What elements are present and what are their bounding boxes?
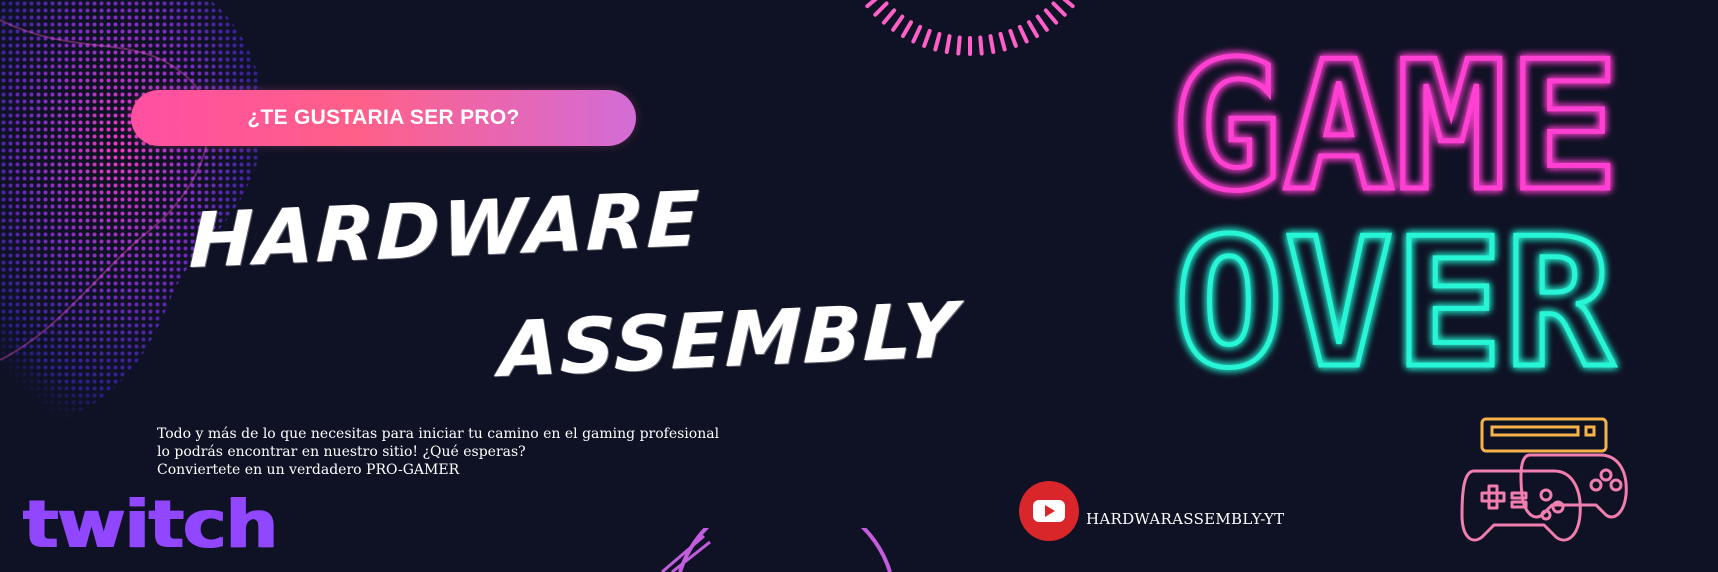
bottom-ring-graphic bbox=[661, 528, 892, 572]
ring-tick bbox=[978, 35, 984, 56]
ring-tick bbox=[944, 34, 952, 54]
youtube-play-icon bbox=[1033, 500, 1065, 522]
ring-tick bbox=[1035, 14, 1049, 32]
ring-tick bbox=[1027, 20, 1039, 39]
ring-tick bbox=[1051, 1, 1067, 17]
ring-tick bbox=[933, 31, 942, 52]
neon-line-2: OVER bbox=[1174, 200, 1615, 407]
ring-tick bbox=[956, 35, 962, 56]
neon-game-text: GAME bbox=[1168, 21, 1623, 233]
description: Todo y más de lo que necesitas para inic… bbox=[157, 425, 719, 479]
ring-tick bbox=[1008, 28, 1018, 48]
tick-ring-graphic bbox=[865, 0, 1075, 56]
description-line-1: Todo y más de lo que necesitas para inic… bbox=[157, 426, 720, 442]
ring-tick bbox=[901, 20, 913, 39]
neon-line-1: GAME bbox=[1170, 23, 1620, 230]
ring-tick bbox=[988, 34, 996, 54]
banner: ¿TE GUSTARIA SER PRO? HARDWARE ASSEMBLY … bbox=[0, 0, 1718, 572]
title-line-2: ASSEMBLY bbox=[498, 285, 961, 394]
ring-tick bbox=[911, 24, 923, 44]
ring-tick bbox=[881, 8, 897, 25]
retro-console-icon bbox=[1480, 417, 1608, 453]
ring-tick bbox=[998, 31, 1007, 52]
youtube-handle[interactable]: HARDWARASSEMBLY-YT bbox=[1086, 510, 1284, 528]
description-line-2: lo podrás encontrar en nuestro sitio! ¿Q… bbox=[157, 444, 526, 460]
pill-text: ¿TE GUSTARIA SER PRO? bbox=[247, 106, 520, 129]
ring-tick bbox=[1017, 24, 1029, 44]
ring-tick bbox=[865, 0, 878, 9]
ring-tick bbox=[922, 28, 932, 48]
youtube-icon[interactable] bbox=[1019, 481, 1079, 541]
ring-tick bbox=[873, 1, 889, 17]
headline-pill: ¿TE GUSTARIA SER PRO? bbox=[131, 90, 636, 146]
gamepad-icon bbox=[1460, 417, 1628, 542]
ring-tick bbox=[1043, 8, 1059, 25]
description-line-3: Conviertete en un verdadero PRO-GAMER bbox=[157, 462, 460, 478]
neon-over-text: OVER bbox=[1172, 198, 1618, 410]
twitch-logo[interactable]: twitch bbox=[22, 492, 277, 558]
ring-tick bbox=[1062, 0, 1075, 9]
ring-tick bbox=[891, 14, 905, 32]
